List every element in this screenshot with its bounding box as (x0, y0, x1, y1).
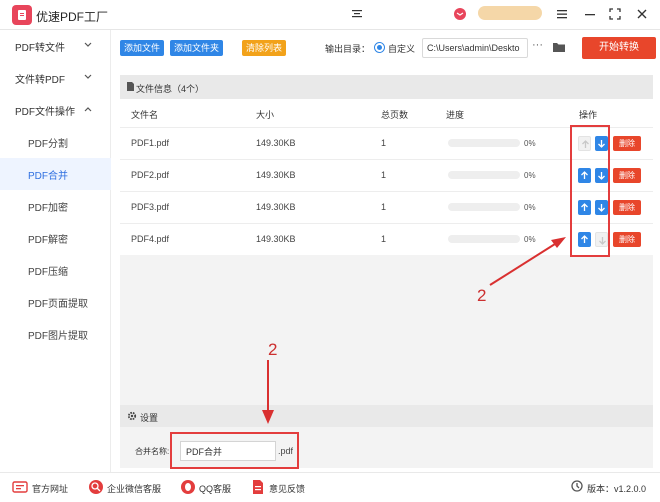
website-link[interactable]: 官方网址 (32, 482, 68, 495)
wechat-support-link[interactable]: 企业微信客服 (107, 482, 161, 495)
website-icon (12, 479, 28, 495)
annotation-arrows (262, 237, 566, 424)
annotation-arrow-1 (489, 243, 556, 286)
qq-icon (180, 479, 196, 495)
qq-support-link[interactable]: QQ客服 (199, 482, 231, 495)
feedback-icon (250, 479, 266, 495)
annotation-arrowhead-1 (551, 237, 566, 248)
annotation-number: 2 (268, 340, 278, 359)
annotation-number: 2 (477, 286, 487, 305)
footer-bar: 官方网址 企业微信客服 QQ客服 意见反馈 版本：v1.2.0.0 (0, 472, 660, 502)
update-icon (570, 479, 586, 495)
wechat-icon (88, 479, 104, 495)
version-label: 版本：v1.2.0.0 (587, 484, 647, 494)
annotation-arrowhead-2 (262, 410, 274, 424)
feedback-link[interactable]: 意见反馈 (269, 482, 305, 495)
